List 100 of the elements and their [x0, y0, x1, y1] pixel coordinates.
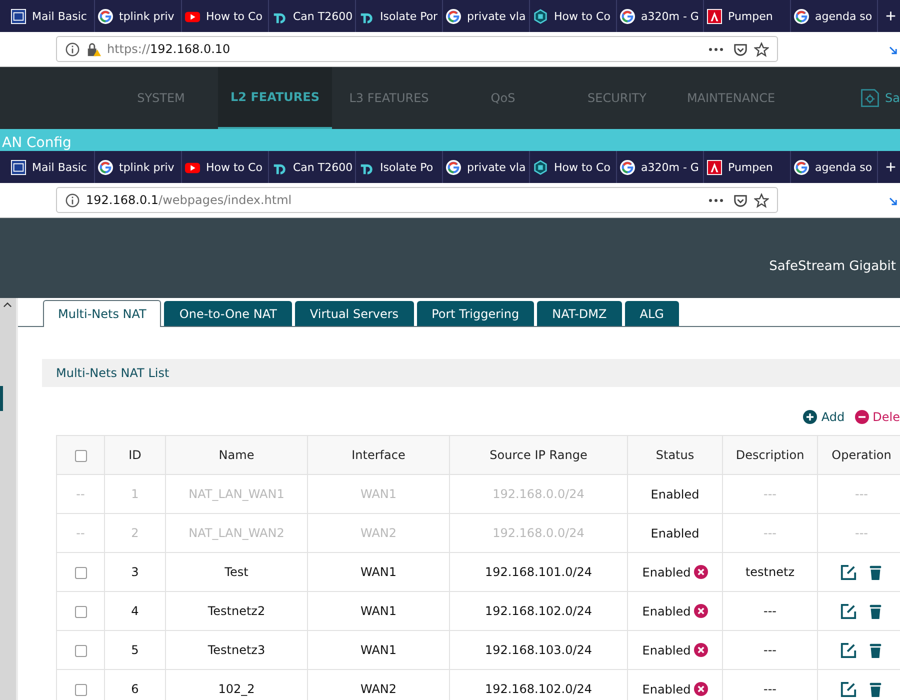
table-cell: -- — [56, 474, 104, 514]
row-checkbox[interactable] — [74, 606, 86, 618]
table-cell: NAT_LAN_WAN1 — [166, 474, 308, 514]
mail-icon — [11, 8, 26, 24]
url-text[interactable]: https:// — [107, 42, 150, 56]
google-icon — [794, 160, 809, 174]
browser-tab[interactable]: agenda so — [791, 151, 878, 183]
browser-tab[interactable]: tplink priv — [95, 0, 182, 32]
minus-icon — [854, 410, 869, 424]
address-bar[interactable]: https://192.168.0.10 — [56, 36, 778, 62]
edit-icon[interactable] — [840, 602, 856, 620]
tab[interactable]: NAT-DMZ — [537, 301, 622, 326]
browser-tab[interactable]: Isolate Por — [356, 0, 443, 32]
close-icon[interactable] — [694, 643, 708, 658]
browser-tab[interactable]: Mail Basic — [8, 151, 95, 183]
pdf-icon — [707, 160, 722, 174]
tab[interactable]: Multi-Nets NAT — [43, 300, 162, 327]
row-checkbox[interactable] — [74, 566, 86, 579]
table-cell: WAN1 — [308, 592, 450, 630]
browser-tab[interactable]: Isolate Po — [356, 151, 443, 183]
close-icon[interactable] — [694, 565, 708, 580]
browser-tab[interactable]: private vla — [443, 151, 530, 183]
table-cell: 1 — [104, 474, 166, 514]
google-icon — [446, 8, 461, 24]
browser-tab[interactable]: Mail Basic — [8, 0, 95, 32]
url-text[interactable]: 192.168.0.10 — [150, 40, 230, 56]
table-cell: 192.168.101.0/24 — [450, 552, 628, 592]
google-icon — [620, 8, 635, 24]
browser-tab[interactable]: private vla — [443, 0, 530, 32]
more-icon — [709, 48, 723, 50]
table-cell: 2 — [104, 514, 166, 552]
save-label[interactable]: Sa — [885, 91, 900, 105]
close-icon[interactable] — [694, 682, 708, 696]
url-text[interactable]: 192.168.0.1 — [86, 191, 159, 207]
action-button[interactable]: Dele — [854, 407, 900, 427]
new-tab-button[interactable]: + — [883, 156, 898, 178]
more-icon — [709, 198, 723, 202]
browser-tab[interactable]: How to Co — [530, 151, 617, 183]
browser-tab[interactable]: How to Co — [182, 0, 269, 32]
browser-tab[interactable]: Can T2600 — [269, 0, 356, 32]
browser-tab[interactable]: tplink priv — [95, 151, 182, 183]
plus-icon — [803, 410, 818, 424]
tab[interactable]: Port Triggering — [416, 301, 534, 326]
table-cell: 3 — [104, 552, 166, 592]
select-all-checkbox[interactable] — [74, 450, 86, 462]
pocket-icon — [733, 192, 748, 208]
table-cell: 4 — [104, 592, 166, 630]
column-header: Source IP Range — [450, 436, 628, 474]
info-icon — [65, 192, 80, 208]
tab[interactable]: One-to-One NAT — [164, 301, 292, 326]
warning-lock-icon — [86, 42, 101, 56]
close-icon[interactable] — [694, 604, 708, 618]
caret-up-icon[interactable] — [3, 302, 12, 308]
table-cell: Testnetz2 — [166, 592, 308, 630]
column-header: Description — [722, 436, 818, 474]
table-cell: -- — [56, 514, 104, 552]
nav-tab[interactable]: L2 FEATURES — [218, 67, 332, 129]
browser-tab[interactable]: How to Co — [530, 0, 617, 32]
save-gear-icon[interactable] — [859, 87, 882, 109]
browser-tab[interactable]: How to Co — [182, 151, 269, 183]
url-text[interactable]: /webpages/index.html — [158, 193, 292, 207]
google-icon — [98, 160, 113, 174]
table-cell: WAN1 — [308, 552, 450, 592]
browser-tab[interactable]: a320m - G — [617, 151, 704, 183]
google-icon — [98, 8, 113, 24]
table-cell: WAN2 — [308, 514, 450, 552]
table-cell: WAN1 — [308, 630, 450, 670]
google-icon — [620, 160, 635, 174]
browser-tab[interactable]: a320m - G — [617, 0, 704, 32]
scrollbar[interactable] — [0, 298, 18, 700]
new-tab-button[interactable]: + — [883, 6, 898, 26]
table-cell: --- — [722, 630, 818, 670]
row-checkbox[interactable] — [74, 684, 86, 696]
mail-icon — [11, 160, 26, 174]
status-text: Enabled — [650, 526, 700, 540]
status-text: Enabled — [642, 565, 691, 580]
hexagon-icon — [533, 160, 548, 174]
browser-tab[interactable]: Can T2600 — [269, 151, 356, 183]
pocket-icon — [733, 42, 748, 56]
address-bar[interactable]: 192.168.0.1/webpages/index.html — [56, 187, 778, 213]
edit-icon[interactable] — [840, 680, 856, 698]
column-header: Operation — [818, 436, 900, 474]
info-icon — [65, 42, 80, 56]
edit-icon[interactable] — [840, 642, 856, 658]
column-header: Status — [628, 436, 722, 474]
browser-tab[interactable]: Pumpen — [704, 151, 791, 183]
edit-icon[interactable] — [840, 564, 856, 580]
status-text: Enabled — [642, 682, 691, 696]
action-button[interactable]: Add — [803, 407, 845, 427]
table-cell: Testnetz3 — [166, 630, 308, 670]
status-text: Enabled — [642, 643, 691, 658]
page-title: AN Config — [1, 135, 72, 151]
row-checkbox[interactable] — [74, 644, 86, 657]
browser-tab[interactable]: Pumpen — [704, 0, 791, 32]
status-text: Enabled — [642, 604, 691, 618]
star-icon — [754, 42, 769, 56]
tab[interactable]: Virtual Servers — [294, 301, 414, 326]
browser-tab[interactable]: agenda so — [791, 0, 878, 32]
tab[interactable]: ALG — [624, 301, 679, 326]
table-cell: 192.168.0.0/24 — [450, 514, 628, 552]
